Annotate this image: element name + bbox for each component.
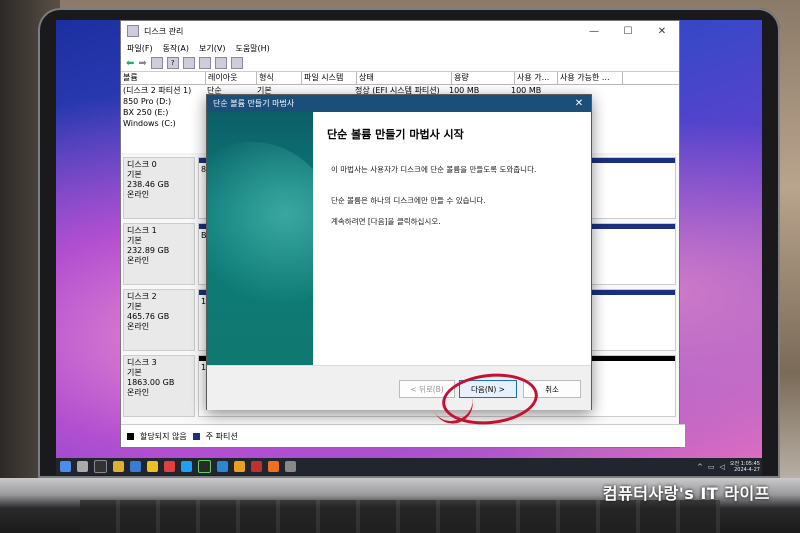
console-icon[interactable] <box>150 57 163 69</box>
help-icon[interactable]: ? <box>166 57 179 69</box>
menu-help[interactable]: 도움말(H) <box>235 43 269 54</box>
chrome-icon[interactable] <box>234 461 245 472</box>
system-tray: ^ ▭ ◁ 오전 1:05:45 2024-4-27 <box>697 461 762 473</box>
explorer-icon[interactable] <box>113 461 124 472</box>
back-arrow-icon[interactable]: ⬅ <box>126 58 134 69</box>
col-layout[interactable]: 레이아웃 <box>206 72 257 84</box>
wizard-title-bar: 단순 볼륨 만들기 마법사 ✕ <box>207 95 591 112</box>
app-icon-2[interactable] <box>251 461 262 472</box>
wizard-text-intro: 이 마법사는 사용자가 디스크에 단순 볼륨을 만들도록 도와줍니다. <box>331 165 537 174</box>
wizard-content: 단순 볼륨 만들기 마법사 시작 이 마법사는 사용자가 디스크에 단순 볼륨을… <box>313 112 591 365</box>
wizard-title: 단순 볼륨 만들기 마법사 <box>213 99 295 108</box>
connect-icon[interactable] <box>198 57 211 69</box>
primary-swatch <box>192 432 200 440</box>
wizard-side-banner <box>207 112 313 365</box>
menu-view[interactable]: 보기(V) <box>199 43 225 54</box>
col-volume[interactable]: 볼륨 <box>121 72 206 84</box>
nvidia-icon[interactable] <box>198 460 211 473</box>
menu-bar: 파일(F) 동작(A) 보기(V) 도움말(H) <box>121 41 679 55</box>
disk-info: 디스크 0 기본 238.46 GB 온라인 <box>123 157 195 219</box>
col-type[interactable]: 형식 <box>257 72 302 84</box>
window-title: 디스크 관리 <box>144 26 184 36</box>
list-icon[interactable] <box>182 57 195 69</box>
legend: 할당되지 않음 주 파티션 <box>121 424 685 447</box>
disk-info: 디스크 3 기본 1863.00 GB 온라인 <box>123 355 195 417</box>
volume-table-header: 볼륨 레이아웃 형식 파일 시스템 상태 용량 사용 가... 사용 가능한 .… <box>121 72 679 85</box>
browser-icon[interactable] <box>181 461 192 472</box>
calendar-icon[interactable] <box>130 461 141 472</box>
taskview-icon[interactable] <box>94 460 107 473</box>
disk-info: 디스크 1 기본 232.89 GB 온라인 <box>123 223 195 285</box>
new-simple-volume-wizard: 단순 볼륨 만들기 마법사 ✕ 단순 볼륨 만들기 마법사 시작 이 마법사는 … <box>206 94 592 410</box>
col-free[interactable]: 사용 가... <box>515 72 558 84</box>
minimize-button[interactable]: — <box>577 26 611 37</box>
watermark: 컴퓨터사랑's IT 라이프 <box>602 484 770 503</box>
title-bar: 디스크 관리 — ☐ ✕ <box>121 21 679 41</box>
maximize-button[interactable]: ☐ <box>611 26 645 37</box>
unallocated-swatch <box>127 432 134 440</box>
app-icon-3[interactable] <box>268 461 279 472</box>
start-icon[interactable] <box>60 461 71 472</box>
forward-arrow-icon[interactable]: ➡ <box>138 58 146 69</box>
taskbar: ^ ▭ ◁ 오전 1:05:45 2024-4-27 <box>56 458 762 475</box>
col-capacity[interactable]: 용량 <box>452 72 515 84</box>
col-percent-free[interactable]: 사용 가능한 ... <box>558 72 623 84</box>
kakaotalk-icon[interactable] <box>147 461 158 472</box>
wizard-close-button[interactable]: ✕ <box>567 98 591 109</box>
keyboard <box>80 500 720 533</box>
chevron-up-icon[interactable]: ^ <box>697 463 703 471</box>
wizard-heading: 단순 볼륨 만들기 마법사 시작 <box>327 128 464 141</box>
legend-primary: 주 파티션 <box>205 431 238 441</box>
col-status[interactable]: 상태 <box>357 72 452 84</box>
toolbar: ⬅ ➡ ? <box>121 55 679 72</box>
properties-icon[interactable] <box>230 57 243 69</box>
disk-mgmt-taskbar-icon[interactable] <box>285 461 296 472</box>
col-filesystem[interactable]: 파일 시스템 <box>302 72 357 84</box>
network-icon[interactable]: ▭ <box>708 463 715 471</box>
wizard-text-note: 단순 볼륨은 하나의 디스크에만 만들 수 있습니다. <box>331 196 486 205</box>
store-icon[interactable] <box>217 461 228 472</box>
clock[interactable]: 오전 1:05:45 2024-4-27 <box>730 461 760 473</box>
search-icon[interactable] <box>77 461 88 472</box>
close-button[interactable]: ✕ <box>645 26 679 37</box>
disk-info: 디스크 2 기본 465.76 GB 온라인 <box>123 289 195 351</box>
app-icon <box>127 25 139 37</box>
legend-unallocated: 할당되지 않음 <box>140 431 187 441</box>
volume-icon[interactable]: ◁ <box>720 463 725 471</box>
menu-action[interactable]: 동작(A) <box>163 43 189 54</box>
laptop-screen: 디스크 관리 — ☐ ✕ 파일(F) 동작(A) 보기(V) 도움말(H) ⬅ … <box>56 20 762 475</box>
app-red-icon[interactable] <box>164 461 175 472</box>
check-icon[interactable] <box>214 57 227 69</box>
menu-file[interactable]: 파일(F) <box>127 43 153 54</box>
wizard-text-continue: 계속하려면 [다음]을 클릭하십시오. <box>331 217 441 226</box>
